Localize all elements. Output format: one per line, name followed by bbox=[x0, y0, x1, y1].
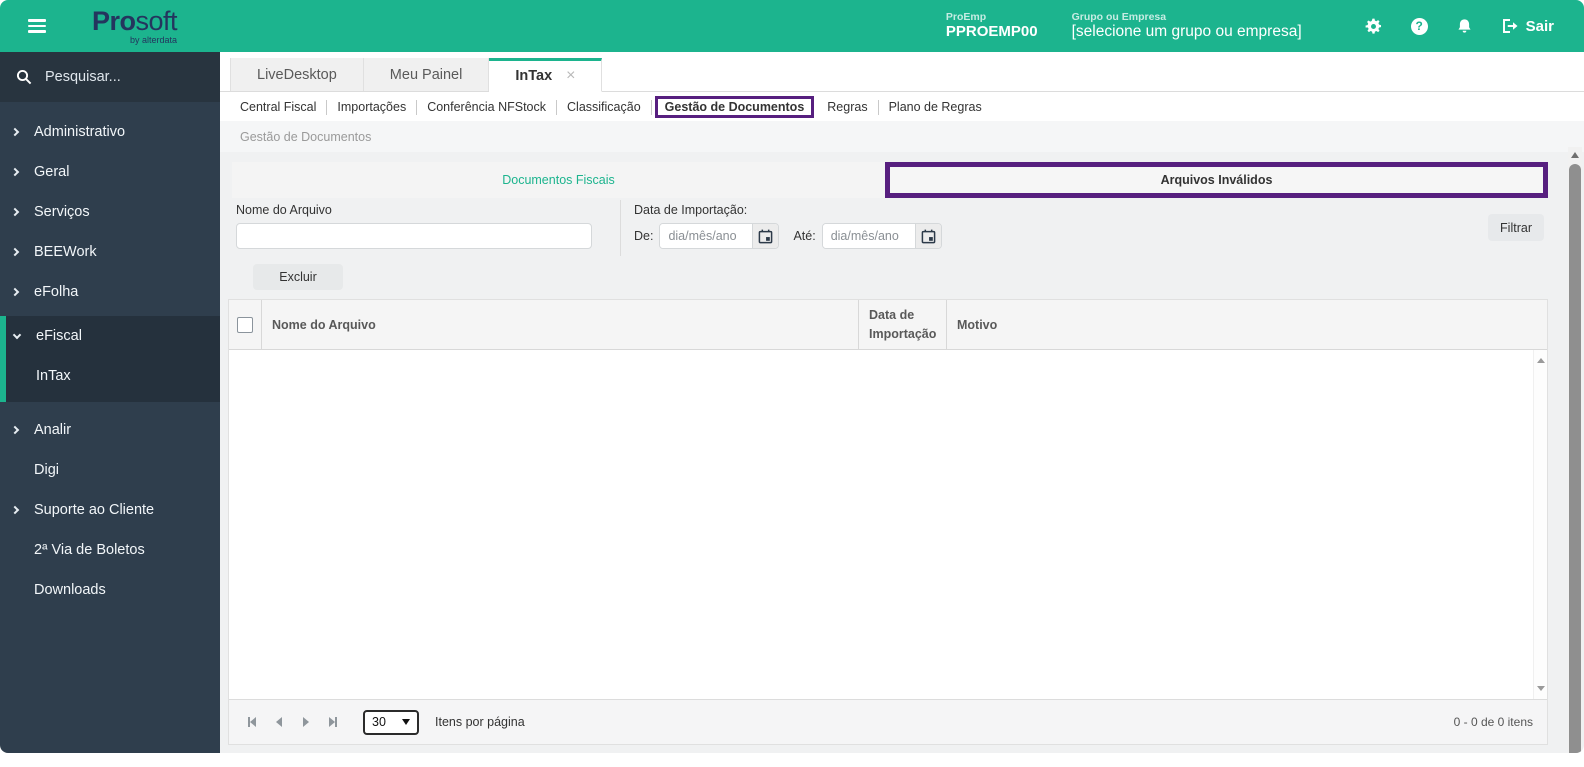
page-scrollbar[interactable] bbox=[1568, 147, 1582, 753]
sidebar-item-digi[interactable]: Digi bbox=[0, 450, 220, 490]
sidebar-item-beework[interactable]: BEEWork bbox=[0, 232, 220, 272]
prosoft-logo: Prosoft by alterdata bbox=[92, 5, 178, 45]
tab-livedesktop[interactable]: LiveDesktop bbox=[230, 58, 364, 91]
sidebar-item-efolha[interactable]: eFolha bbox=[0, 272, 220, 312]
scrollbar-thumb[interactable] bbox=[1569, 164, 1581, 753]
nome-arquivo-label: Nome do Arquivo bbox=[236, 203, 332, 217]
date-to-input[interactable] bbox=[822, 224, 915, 248]
company-field: ProEmp PPROEMP00 bbox=[946, 11, 1038, 40]
sign-out-icon bbox=[1502, 19, 1518, 33]
grid-body bbox=[229, 350, 1547, 699]
breadcrumb: Gestão de Documentos bbox=[240, 129, 372, 144]
tab-arquivos-invalidos[interactable]: Arquivos Inválidos bbox=[885, 162, 1548, 198]
grid-scrollbar[interactable] bbox=[1533, 350, 1547, 699]
column-motivo[interactable]: Motivo bbox=[947, 300, 1547, 349]
notifications-bell-icon[interactable] bbox=[1456, 17, 1473, 36]
hamburger-menu-icon[interactable] bbox=[28, 16, 50, 36]
column-nome-arquivo[interactable]: Nome do Arquivo bbox=[262, 300, 859, 349]
ate-label: Até: bbox=[793, 229, 816, 243]
view-tabs: Documentos Fiscais Arquivos Inválidos bbox=[232, 162, 1548, 198]
scroll-up-icon[interactable] bbox=[1537, 358, 1545, 363]
logout-label: Sair bbox=[1525, 17, 1554, 35]
grid-header: Nome do Arquivo Data de Importação Motiv… bbox=[229, 300, 1547, 350]
sidebar-item-suporte[interactable]: Suporte ao Cliente bbox=[0, 490, 220, 530]
chevron-right-icon bbox=[10, 207, 26, 217]
tab-meu-painel[interactable]: Meu Painel bbox=[363, 58, 490, 91]
sidebar-item-servicos[interactable]: Serviços bbox=[0, 192, 220, 232]
sidebar-item-geral[interactable]: Geral bbox=[0, 152, 220, 192]
subtab-gestao-de-documentos[interactable]: Gestão de Documentos bbox=[654, 96, 815, 118]
module-subtabs: Central Fiscal Importações Conferência N… bbox=[220, 93, 1584, 121]
main-area: LiveDesktop Meu Painel InTax × Central F… bbox=[220, 52, 1584, 753]
chevron-right-icon bbox=[10, 127, 26, 137]
sidebar-item-intax[interactable]: InTax bbox=[6, 356, 220, 396]
chevron-right-icon bbox=[10, 287, 26, 297]
chevron-right-icon bbox=[10, 247, 26, 257]
date-from-input[interactable] bbox=[660, 224, 753, 248]
scroll-up-icon[interactable] bbox=[1571, 152, 1579, 158]
sidebar-search[interactable] bbox=[0, 52, 220, 102]
date-to-field bbox=[821, 223, 942, 249]
filters-panel: Nome do Arquivo Data de Importação: De: bbox=[232, 198, 1548, 258]
items-range-label: 0 - 0 de 0 itens bbox=[1453, 715, 1533, 729]
logo-byline: by alterdata bbox=[130, 34, 178, 45]
sidebar-item-2via-boletos[interactable]: 2ª Via de Boletos bbox=[0, 530, 220, 570]
page-size-select[interactable]: 30 bbox=[363, 709, 419, 735]
tab-intax[interactable]: InTax × bbox=[489, 58, 603, 92]
sidebar-item-analir[interactable]: Analir bbox=[0, 410, 220, 450]
items-per-page-label: Itens por página bbox=[435, 715, 525, 729]
search-icon bbox=[16, 69, 32, 85]
app-window: Prosoft by alterdata ProEmp PPROEMP00 Gr… bbox=[0, 0, 1584, 753]
company-label: ProEmp bbox=[945, 11, 987, 24]
topbar: Prosoft by alterdata ProEmp PPROEMP00 Gr… bbox=[0, 0, 1584, 52]
filtrar-button[interactable]: Filtrar bbox=[1488, 214, 1544, 241]
tab-documentos-fiscais[interactable]: Documentos Fiscais bbox=[232, 162, 885, 198]
scroll-down-icon[interactable] bbox=[1537, 686, 1545, 691]
subtab-plano-de-regras[interactable]: Plano de Regras bbox=[879, 100, 992, 114]
nome-arquivo-input[interactable] bbox=[236, 223, 592, 249]
help-icon[interactable]: ? bbox=[1410, 17, 1428, 35]
group-selector[interactable]: Grupo ou Empresa [selecione um grupo ou … bbox=[1072, 11, 1302, 41]
date-from-field bbox=[659, 223, 780, 249]
logout-button[interactable]: Sair bbox=[1501, 18, 1554, 35]
sidebar-item-efiscal[interactable]: eFiscal bbox=[6, 316, 220, 356]
close-tab-icon[interactable]: × bbox=[566, 67, 575, 85]
de-label: De: bbox=[634, 229, 654, 243]
breadcrumb-row: Gestão de Documentos bbox=[220, 121, 1584, 152]
sidebar-item-downloads[interactable]: Downloads bbox=[0, 570, 220, 610]
subtab-importacoes[interactable]: Importações bbox=[327, 100, 416, 114]
sidebar-item-administrativo[interactable]: Administrativo bbox=[0, 112, 220, 152]
subtab-central-fiscal[interactable]: Central Fiscal bbox=[230, 100, 326, 114]
sidebar-group-efiscal: eFiscal InTax bbox=[0, 316, 220, 402]
calendar-icon[interactable] bbox=[914, 224, 941, 248]
column-data-importacao[interactable]: Data de Importação bbox=[859, 300, 947, 349]
previous-page-button[interactable] bbox=[266, 710, 291, 735]
first-page-button[interactable] bbox=[239, 710, 264, 735]
content-panel: Documentos Fiscais Arquivos Inválidos No… bbox=[220, 152, 1584, 753]
data-grid: Nome do Arquivo Data de Importação Motiv… bbox=[228, 299, 1548, 745]
search-input[interactable] bbox=[45, 69, 205, 85]
subtab-regras[interactable]: Regras bbox=[817, 100, 877, 114]
chevron-down-icon bbox=[12, 330, 28, 339]
chevron-down-icon bbox=[402, 719, 410, 725]
company-value: PPROEMP00 bbox=[945, 23, 1038, 41]
workspace-tabs: LiveDesktop Meu Painel InTax × bbox=[220, 58, 1584, 92]
chevron-right-icon bbox=[10, 425, 26, 435]
subtab-classificacao[interactable]: Classificação bbox=[557, 100, 651, 114]
select-all-checkbox[interactable] bbox=[237, 316, 253, 333]
settings-gear-icon[interactable] bbox=[1364, 17, 1383, 36]
excluir-button[interactable]: Excluir bbox=[253, 264, 343, 290]
calendar-icon[interactable] bbox=[752, 224, 779, 248]
sidebar: Administrativo Geral Serviços BEEWork eF… bbox=[0, 52, 220, 753]
last-page-button[interactable] bbox=[320, 710, 345, 735]
subtab-conferencia-nfstock[interactable]: Conferência NFStock bbox=[417, 100, 556, 114]
chevron-right-icon bbox=[10, 505, 26, 515]
data-importacao-label: Data de Importação: bbox=[634, 203, 748, 217]
pager: 30 Itens por página 0 - 0 de 0 itens bbox=[229, 699, 1547, 744]
group-label: Grupo ou Empresa bbox=[1071, 11, 1167, 24]
chevron-right-icon bbox=[10, 167, 26, 177]
group-value: [selecione um grupo ou empresa] bbox=[1071, 23, 1302, 41]
next-page-button[interactable] bbox=[293, 710, 318, 735]
